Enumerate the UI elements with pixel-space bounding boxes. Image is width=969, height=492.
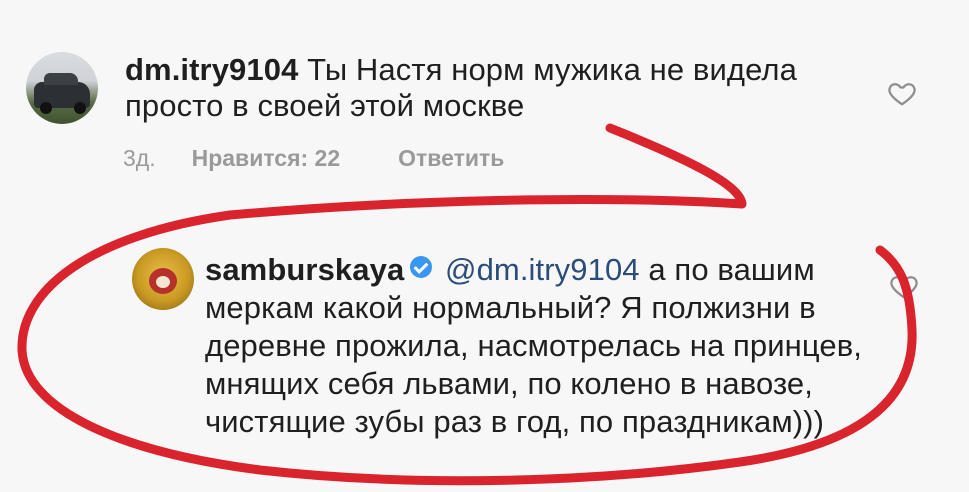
likes-count[interactable]: Нравится: 22	[192, 145, 341, 172]
wheel-shape	[74, 102, 86, 114]
reply-username[interactable]: samburskaya	[205, 252, 404, 287]
verified-badge-icon	[410, 256, 433, 278]
comment-time: 3д.	[123, 145, 156, 171]
heart-icon[interactable]	[889, 271, 919, 301]
wheel-shape	[40, 102, 52, 114]
reply-body: samburskaya @dm.itry9104 а по вашим мерк…	[205, 251, 905, 441]
comment-meta: 3д. Нравится: 22 Ответить	[123, 145, 504, 172]
avatar-dm-itry9104[interactable]	[26, 52, 98, 124]
comment-username[interactable]: dm.itry9104	[125, 52, 298, 87]
reply-button[interactable]: Ответить	[398, 145, 504, 172]
comment-body: dm.itry9104 Ты Настя норм мужика не виде…	[125, 52, 885, 124]
avatar-samburskaya[interactable]	[132, 248, 194, 310]
mention-link[interactable]: @dm.itry9104	[445, 252, 640, 287]
emoji-image	[149, 268, 177, 294]
heart-icon[interactable]	[887, 78, 917, 108]
